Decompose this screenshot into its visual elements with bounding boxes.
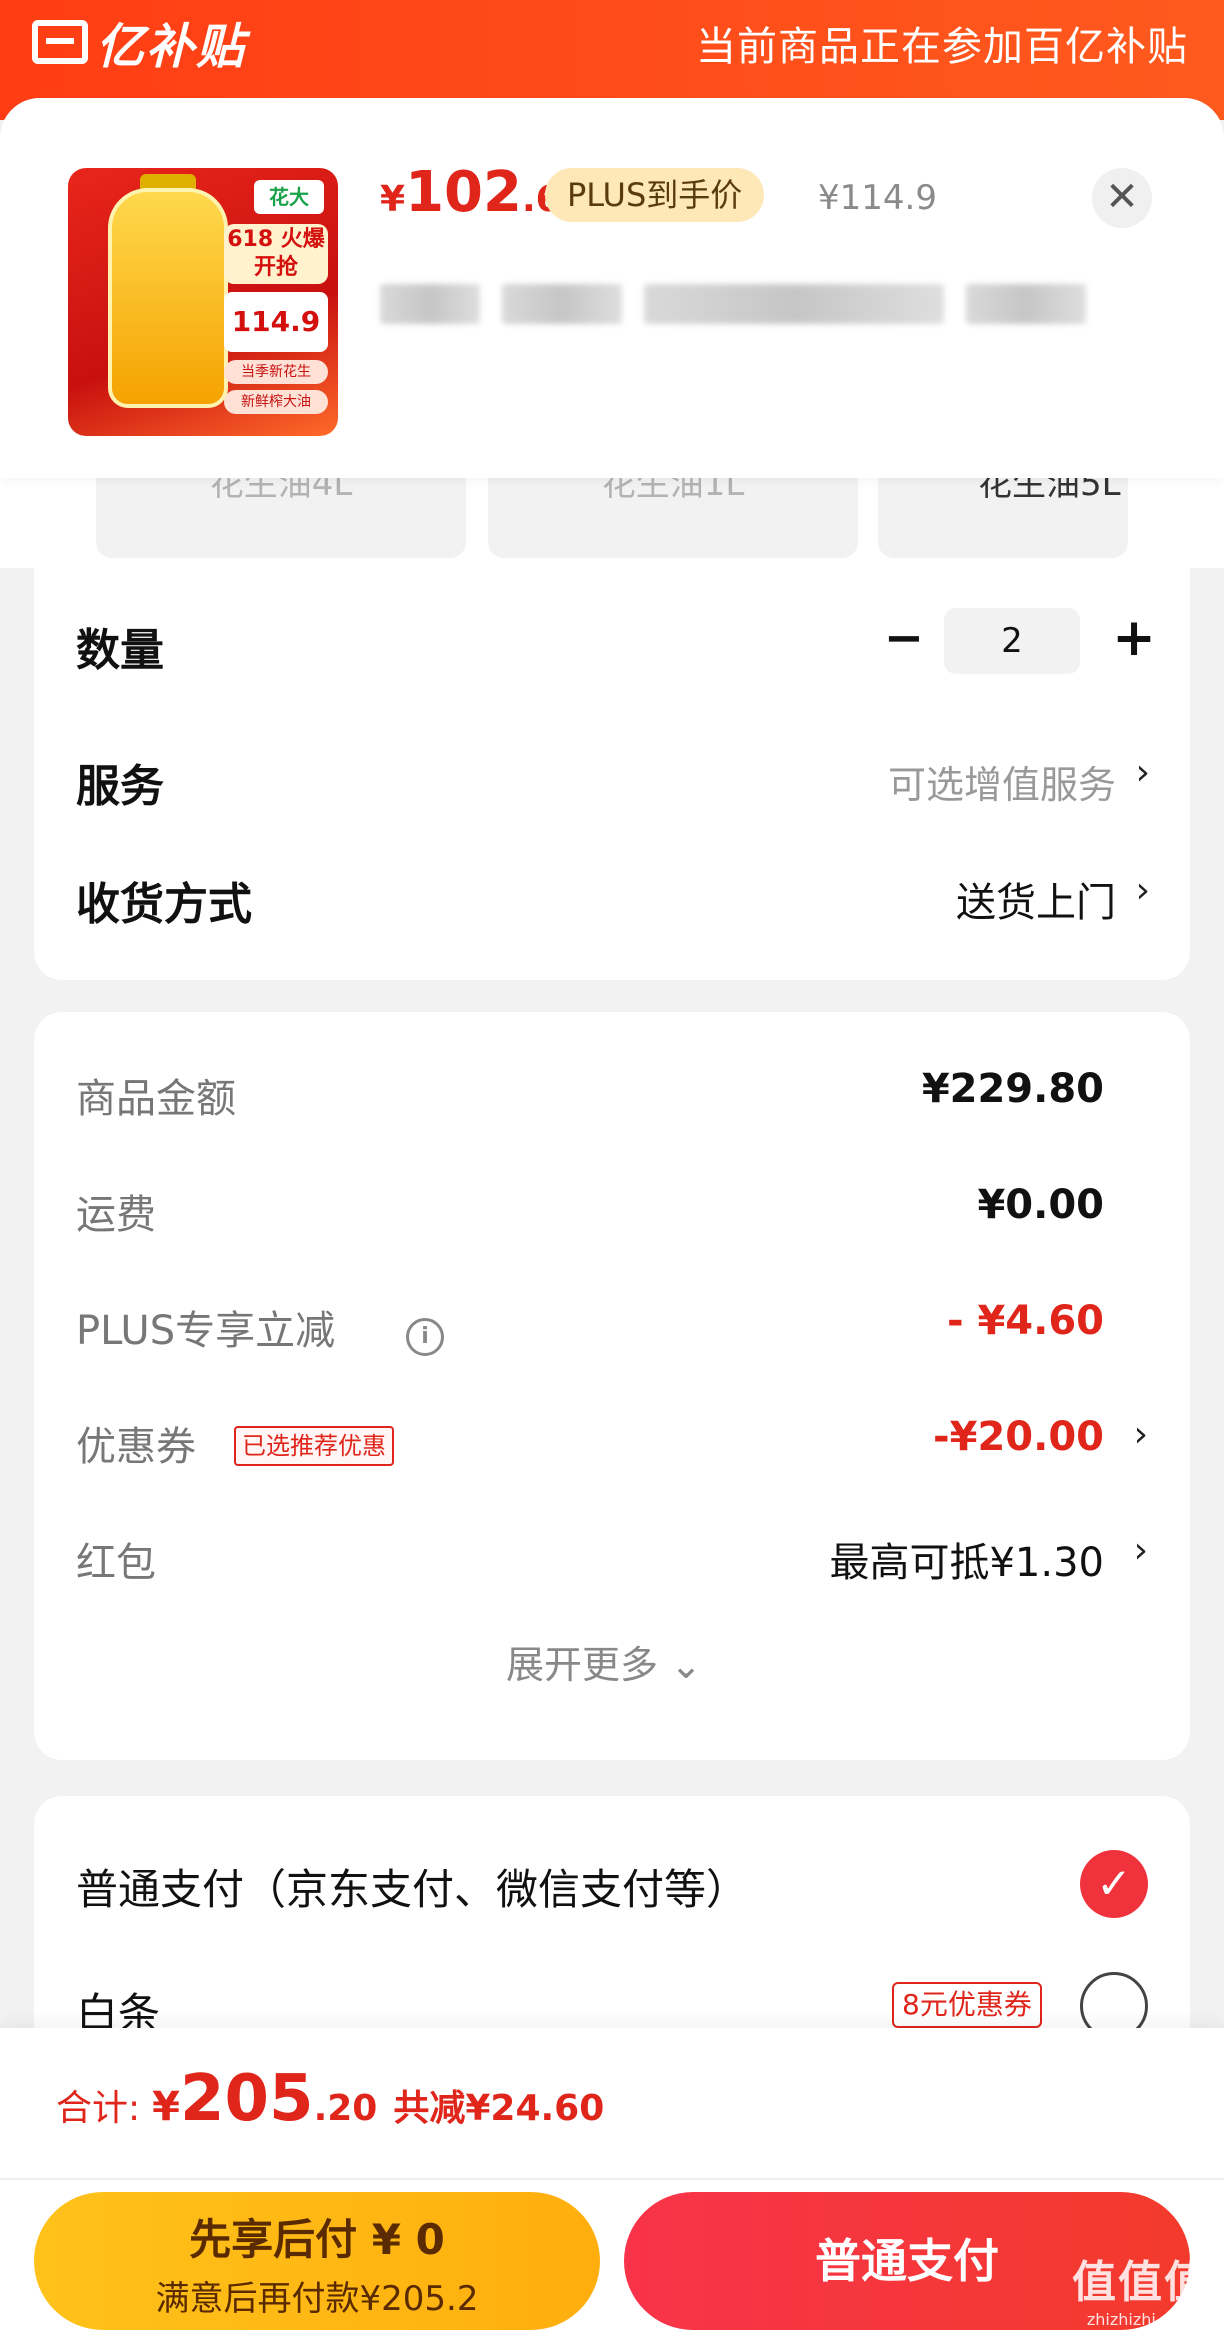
goods-amount-value: ¥229.80 xyxy=(921,1066,1104,1112)
product-thumbnail[interactable]: 花大 618 火爆开抢 114.9 当季新花生 新鲜榨大油 xyxy=(68,168,338,436)
chevron-right-icon[interactable]: › xyxy=(1134,1530,1148,1571)
expand-more-link[interactable]: 展开更多 ⌄ xyxy=(506,1634,702,1689)
amount-breakdown-card: 商品金额 ¥229.80 运费 ¥0.00 PLUS专享立减 i - ¥4.60… xyxy=(34,1012,1190,1760)
options-card: 数量 − + 服务 可选增值服务 › 收货方式 送货上门 › xyxy=(34,568,1190,980)
quantity-input[interactable] xyxy=(944,608,1080,674)
spec-chip-row: 花生油4L 花生油1L 花生油5L xyxy=(0,478,1224,568)
service-label: 服务 xyxy=(76,761,164,812)
brand-logo: 亿补贴 xyxy=(32,12,246,75)
watermark-logo: 值值值 xyxy=(1072,2257,1210,2308)
close-button[interactable]: ✕ xyxy=(1092,168,1152,228)
info-icon[interactable]: i xyxy=(406,1318,444,1356)
pay-later-title: 先享后付 ¥ 0 xyxy=(189,2215,445,2264)
coupon-selected-tag: 已选推荐优惠 xyxy=(234,1426,394,1466)
payment-method-card: 普通支付（京东支付、微信支付等） ✓ 白条 8元优惠券 xyxy=(34,1796,1190,2040)
normal-payment-label[interactable]: 普通支付（京东支付、微信支付等） xyxy=(76,1856,748,1917)
shipping-label: 运费 xyxy=(76,1192,156,1238)
delivery-label: 收货方式 xyxy=(76,879,252,930)
total-currency: ¥ xyxy=(152,2084,180,2130)
promo-tag: 新鲜榨大油 xyxy=(224,390,328,414)
spec-chip[interactable]: 花生油5L xyxy=(878,478,1128,558)
pay-later-subtitle: 满意后再付款¥205.2 xyxy=(155,2279,479,2319)
quantity-decrease-button[interactable]: − xyxy=(874,608,934,668)
coupon-label: 优惠券 xyxy=(76,1424,196,1470)
chevron-right-icon[interactable]: › xyxy=(1136,870,1150,911)
goods-amount-label: 商品金额 xyxy=(76,1076,236,1122)
original-price: ¥114.9 xyxy=(818,178,937,218)
brand-logo-mark xyxy=(32,20,88,64)
site-watermark: 值值值 zhizhizhi.com xyxy=(1072,2246,1210,2329)
plus-discount-label: PLUS专享立减 xyxy=(76,1308,336,1354)
current-price: ¥ 102 .6 xyxy=(380,160,561,240)
checkmark-icon[interactable]: ✓ xyxy=(1080,1850,1148,1918)
chevron-right-icon[interactable]: › xyxy=(1136,752,1150,793)
coupon-value[interactable]: -¥20.00 xyxy=(933,1414,1104,1460)
footer-divider xyxy=(0,2178,1224,2180)
brand-badge: 花大 xyxy=(254,180,324,214)
quantity-increase-button[interactable]: + xyxy=(1104,608,1164,668)
promo-price-badge: 114.9 xyxy=(224,292,328,352)
red-packet-value[interactable]: 最高可抵¥1.30 xyxy=(829,1530,1104,1588)
quantity-label: 数量 xyxy=(76,625,164,676)
spec-chip-label: 花生油1L xyxy=(601,478,745,504)
total-label: 合计: xyxy=(56,2088,141,2129)
spec-chip-label: 花生油5L xyxy=(978,478,1121,504)
total-integer: 205 xyxy=(179,2062,314,2136)
pay-later-button[interactable]: 先享后付 ¥ 0 满意后再付款¥205.2 xyxy=(34,2192,600,2330)
delivery-value[interactable]: 送货上门 xyxy=(956,870,1116,928)
total-decimal: .20 xyxy=(313,2088,378,2129)
subsidy-notice: 当前商品正在参加百亿补贴 xyxy=(696,24,1188,70)
chevron-right-icon[interactable]: › xyxy=(1134,1414,1148,1455)
promo-tag: 当季新花生 xyxy=(224,360,328,384)
service-value[interactable]: 可选增值服务 xyxy=(888,754,1116,809)
spec-chip-label: 花生油4L xyxy=(209,478,353,504)
spec-chip[interactable]: 花生油1L xyxy=(488,478,858,558)
red-packet-label: 红包 xyxy=(76,1540,156,1586)
brand-logo-text: 亿补贴 xyxy=(96,19,247,75)
plus-price-badge: PLUS到手价 xyxy=(545,168,765,222)
spec-chip[interactable]: 花生油4L xyxy=(96,478,466,558)
checkout-footer: 合计: ¥ 205 .20 共减¥24.60 先享后付 ¥ 0 满意后再付款¥2… xyxy=(0,2028,1224,2343)
product-title-blurred xyxy=(380,278,1160,330)
total-savings: 共减¥24.60 xyxy=(393,2088,605,2129)
promo-badge: 618 火爆开抢 xyxy=(224,224,328,284)
shipping-value: ¥0.00 xyxy=(977,1182,1104,1228)
price-integer: 102 xyxy=(405,160,522,225)
total-summary: 合计: ¥ 205 .20 共减¥24.60 xyxy=(56,2062,604,2136)
plus-discount-value: - ¥4.60 xyxy=(946,1298,1104,1344)
oil-bottle-image xyxy=(108,188,228,408)
price-currency: ¥ xyxy=(380,179,406,220)
baitiao-coupon-badge: 8元优惠券 xyxy=(892,1982,1042,2028)
watermark-url: zhizhizhi.com xyxy=(1086,2310,1196,2329)
